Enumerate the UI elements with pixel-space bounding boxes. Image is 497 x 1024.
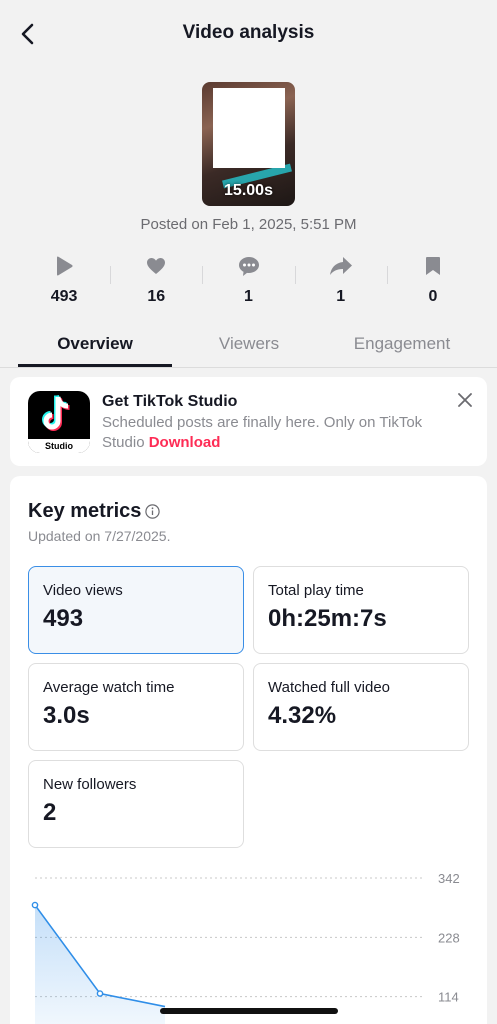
bookmark-icon — [425, 252, 441, 280]
home-indicator — [160, 1008, 338, 1014]
y-tick-label: 228 — [438, 930, 460, 945]
metric-label: Video views — [43, 582, 123, 599]
tiktok-studio-logo: Studio — [28, 391, 90, 453]
promo-description: Scheduled posts are finally here. Only o… — [102, 413, 452, 453]
metric-label: Watched full video — [268, 679, 391, 696]
video-thumbnail[interactable]: 15.00s — [202, 82, 295, 206]
metric-card-average-watch-time[interactable]: Average watch time 3.0s — [28, 663, 244, 751]
studio-label: Studio — [28, 439, 90, 453]
stat-saves: 0 — [386, 252, 479, 310]
stat-shares: 1 — [294, 252, 387, 310]
metric-label: Total play time — [268, 582, 364, 599]
stat-value: 1 — [244, 288, 253, 305]
play-icon — [54, 252, 74, 280]
data-point — [96, 990, 104, 997]
stat-likes: 16 — [110, 252, 202, 310]
metric-value: 4.32% — [268, 702, 337, 729]
series-area — [35, 905, 165, 1024]
stat-views: 493 — [18, 252, 110, 310]
share-icon — [329, 252, 353, 280]
tab-engagement[interactable]: Engagement — [326, 334, 478, 354]
stat-value: 16 — [147, 288, 166, 305]
metric-value: 2 — [43, 799, 57, 826]
video-duration: 15.00s — [224, 182, 273, 199]
studio-promo-banner: Studio Get TikTok Studio Scheduled posts… — [10, 377, 487, 466]
metric-card-watched-full-video[interactable]: Watched full video 4.32% — [253, 663, 469, 751]
views-chart: 342 228 114 — [31, 871, 460, 1024]
page-title: Video analysis — [182, 22, 315, 43]
metric-label: Average watch time — [43, 679, 175, 696]
stat-value: 493 — [50, 288, 78, 305]
metrics-title: Key metrics — [28, 500, 142, 522]
metric-label: New followers — [43, 776, 137, 793]
metric-value: 0h:25m:7s — [268, 605, 387, 632]
metric-value: 493 — [43, 605, 84, 632]
info-icon[interactable] — [145, 504, 160, 519]
key-metrics-panel: Key metrics Updated on 7/27/2025. Video … — [10, 476, 487, 1024]
data-point — [31, 901, 39, 909]
promo-title: Get TikTok Studio — [102, 393, 238, 410]
metric-card-video-views[interactable]: Video views 493 — [28, 566, 244, 654]
close-promo-button[interactable] — [454, 389, 476, 411]
tab-overview[interactable]: Overview — [18, 334, 172, 354]
active-tab-indicator — [18, 364, 172, 367]
engagement-stats: 493 16 1 1 0 — [18, 252, 479, 310]
analysis-tabs: Overview Viewers Engagement — [0, 326, 497, 368]
y-tick-label: 114 — [438, 990, 459, 1005]
posted-date: Posted on Feb 1, 2025, 5:51 PM — [140, 216, 357, 233]
stat-comments: 1 — [202, 252, 294, 310]
header: Video analysis — [0, 0, 497, 68]
metric-value: 3.0s — [43, 702, 90, 729]
metric-card-new-followers[interactable]: New followers 2 — [28, 760, 244, 848]
redacted-area — [213, 88, 285, 168]
stat-value: 1 — [336, 288, 346, 305]
metric-card-total-play-time[interactable]: Total play time 0h:25m:7s — [253, 566, 469, 654]
close-icon — [458, 393, 472, 407]
metrics-updated: Updated on 7/27/2025. — [28, 528, 171, 544]
tab-viewers[interactable]: Viewers — [172, 334, 326, 354]
heart-icon — [146, 252, 166, 280]
download-link[interactable]: Download — [149, 434, 221, 451]
stat-value: 0 — [428, 288, 438, 305]
comment-icon — [238, 252, 260, 280]
y-tick-label: 342 — [438, 871, 460, 886]
